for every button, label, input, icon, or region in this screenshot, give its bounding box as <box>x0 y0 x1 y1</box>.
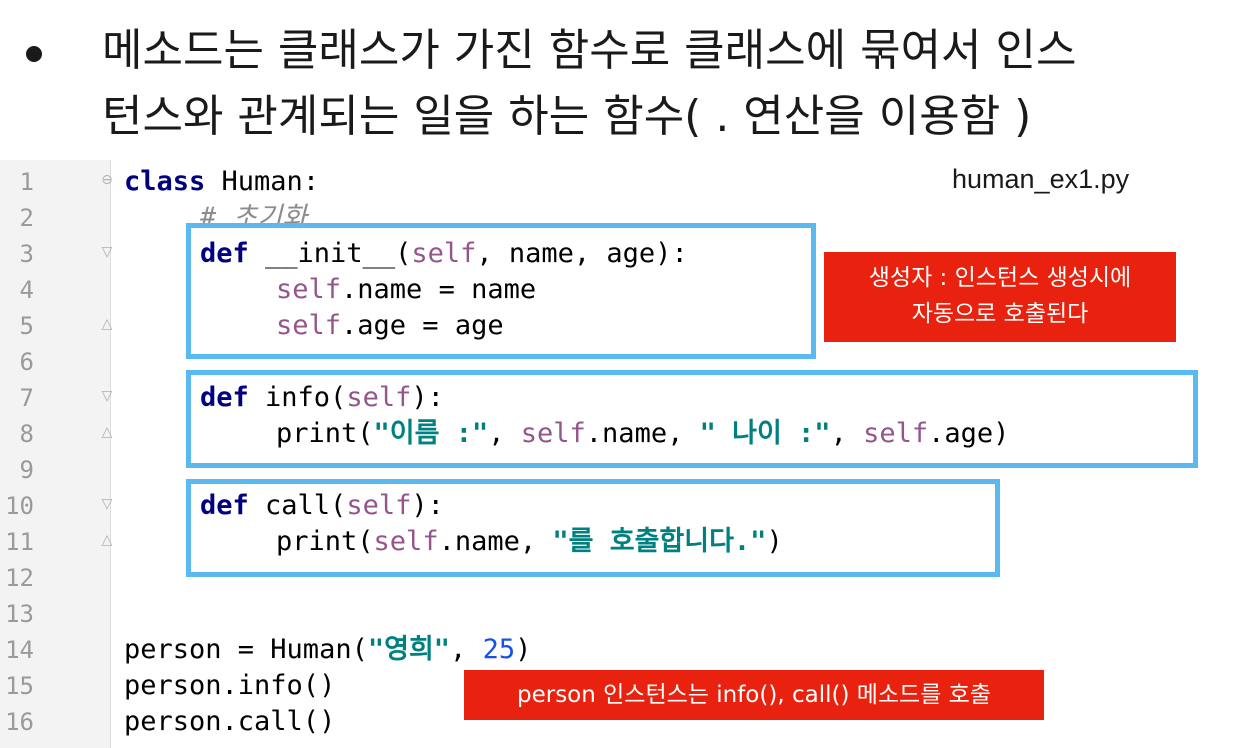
fold-end-icon: △ <box>101 424 113 440</box>
line-number: 15 <box>5 672 34 700</box>
bullet-line-2: 턴스와 관계되는 일을 하는 함수( . 연산을 이용함 ) <box>102 91 1032 142</box>
code-token: , <box>450 634 483 665</box>
init-method-highlight-box <box>186 223 816 359</box>
line-number: 4 <box>19 276 34 304</box>
line-number: 9 <box>19 456 34 484</box>
code-token: person = Human( <box>124 634 368 665</box>
slide-bullet-text: 메소드는 클래스가 가진 함수로 클래스에 묶여서 인스 턴스와 관계되는 일을… <box>102 18 1242 150</box>
line-number: 13 <box>5 600 34 628</box>
code-line-16: person.call() <box>124 704 335 740</box>
code-token: "영희" <box>367 634 451 665</box>
bullet-dot <box>26 46 42 62</box>
line-number: 3 <box>19 240 34 268</box>
constructor-note-line-2: 자동으로 호출된다 <box>911 301 1089 327</box>
line-number: 6 <box>19 348 34 376</box>
line-number: 5 <box>19 312 34 340</box>
line-number: 2 <box>19 204 34 232</box>
constructor-note: 생성자 : 인스턴스 생성시에 자동으로 호출된다 <box>824 252 1176 342</box>
code-line-1: class Human: <box>124 164 319 200</box>
fold-end-icon: △ <box>101 532 113 548</box>
fold-collapse-icon[interactable]: ▽ <box>100 496 114 514</box>
constructor-note-line-1: 생성자 : 인스턴스 생성시에 <box>868 265 1132 291</box>
line-number: 8 <box>19 420 34 448</box>
filename-label: human_ex1.py <box>952 164 1130 194</box>
line-number: 1 <box>19 168 34 196</box>
line-number: 14 <box>5 636 34 664</box>
code-token: ) <box>515 634 532 665</box>
info-method-highlight-box <box>186 370 1198 468</box>
call-method-highlight-box <box>186 479 1000 577</box>
bullet-line-1: 메소드는 클래스가 가진 함수로 클래스에 묶여서 인스 <box>102 25 1077 76</box>
fold-collapse-icon[interactable]: ▽ <box>100 244 114 262</box>
code-token: person.call() <box>124 706 336 737</box>
fold-end-icon: △ <box>101 316 113 332</box>
code-line-15: person.info() <box>124 668 335 704</box>
line-number: 11 <box>5 528 34 556</box>
method-call-note: person 인스턴스는 info(), call() 메소드를 호출 <box>464 670 1044 720</box>
line-number: 10 <box>5 492 34 520</box>
code-token: person.info() <box>124 670 336 701</box>
line-number-gutter: 1 2 3 4 5 6 7 8 9 10 11 12 13 14 15 16 ⊖… <box>0 160 114 748</box>
fold-collapse-icon[interactable]: ⊖ <box>100 172 114 190</box>
code-token: class <box>124 166 206 197</box>
line-number: 12 <box>5 564 34 592</box>
code-token: 25 <box>482 634 516 665</box>
line-number: 7 <box>19 384 34 412</box>
fold-collapse-icon[interactable]: ▽ <box>100 388 114 406</box>
code-line-14: person = Human("영희", 25) <box>124 632 531 668</box>
code-token: Human: <box>205 166 320 197</box>
line-number: 16 <box>5 708 34 736</box>
